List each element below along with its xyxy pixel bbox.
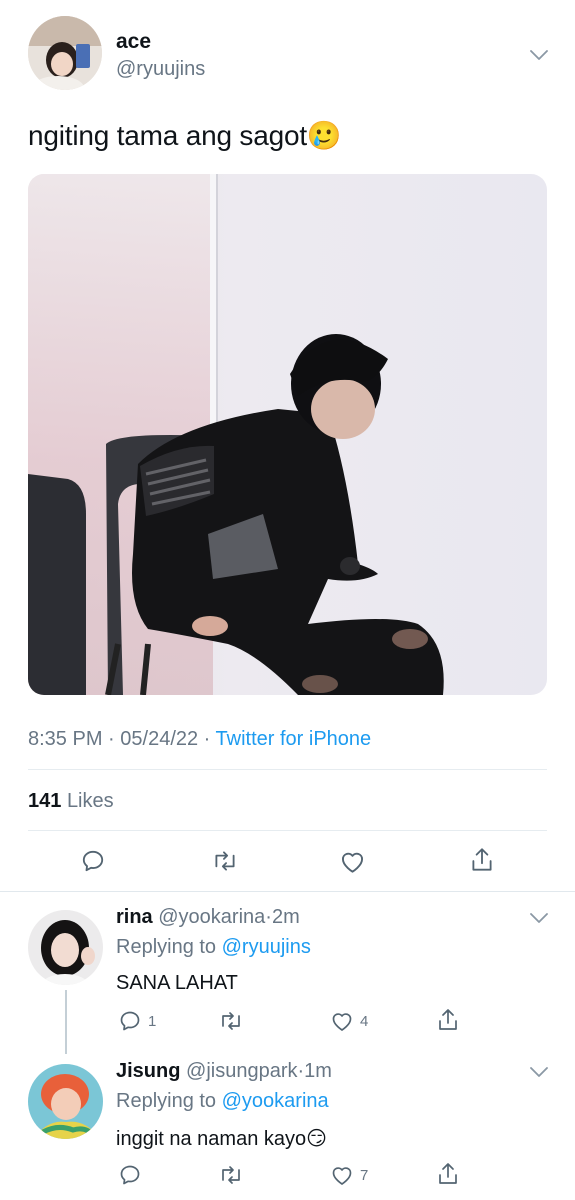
tweet-date: 05/24/22	[120, 728, 199, 750]
replying-to-label: Replying to	[116, 1090, 217, 1112]
chevron-down-icon[interactable]	[528, 907, 550, 929]
reply-header: rina @yookarina·2m	[116, 906, 300, 928]
tweet-time: 8:35 PM	[28, 728, 103, 750]
replying-to-handle[interactable]: @ryuujins	[222, 936, 311, 958]
tweet-source-link[interactable]: Twitter for iPhone	[216, 728, 372, 750]
replying-to: Replying to @yookarina	[116, 1090, 329, 1113]
reply-action-reply[interactable]	[118, 1162, 148, 1188]
likes-stat[interactable]: 141 Likes	[28, 790, 114, 813]
reply-header: Jisung @jisungpark·1m	[116, 1060, 332, 1082]
replying-to: Replying to @ryuujins	[116, 936, 311, 959]
like-icon	[330, 1010, 354, 1032]
reply-avatar[interactable]	[28, 910, 103, 985]
retweet-icon	[218, 1009, 244, 1033]
chevron-down-icon[interactable]	[528, 44, 550, 66]
share-icon[interactable]	[467, 845, 497, 875]
replying-to-handle[interactable]: @yookarina	[222, 1090, 329, 1112]
tweet-meta: 8:35 PM · 05/24/22 · Twitter for iPhone	[28, 728, 372, 750]
replying-to-label: Replying to	[116, 936, 217, 958]
reply-author-name[interactable]: rina	[116, 906, 153, 928]
tweet-text: ngiting tama ang sagot🥲	[28, 120, 342, 151]
reply-author-name[interactable]: Jisung	[116, 1060, 180, 1082]
like-icon[interactable]	[337, 846, 367, 876]
reply-avatar[interactable]	[28, 1064, 103, 1139]
section-divider	[0, 891, 575, 892]
retweet-icon	[218, 1163, 244, 1187]
reply-action-retweet[interactable]	[218, 1008, 250, 1034]
divider	[28, 830, 547, 831]
reply-text: SANA LAHAT	[116, 972, 238, 994]
author-handle[interactable]: @ryuujins	[116, 58, 205, 81]
reply-action-retweet[interactable]	[218, 1162, 250, 1188]
reply-text: inggit na naman kayo😏	[116, 1128, 327, 1150]
reply-action-like[interactable]: 7	[330, 1162, 368, 1188]
reply-icon[interactable]	[78, 846, 108, 876]
author-name[interactable]: ace	[116, 30, 151, 54]
reply-author-handle[interactable]: @yookarina	[158, 906, 265, 928]
reply-action-like[interactable]: 4	[330, 1008, 368, 1034]
reply-author-handle[interactable]: @jisungpark	[186, 1060, 297, 1082]
divider	[28, 769, 547, 770]
like-count: 4	[360, 1012, 369, 1030]
share-icon[interactable]	[436, 1006, 460, 1034]
tweet-photo[interactable]	[28, 174, 547, 695]
author-avatar[interactable]	[28, 16, 102, 90]
reply-icon	[118, 1009, 142, 1033]
reply-thread-line	[65, 990, 67, 1054]
reply-age: 1m	[304, 1060, 332, 1082]
chevron-down-icon[interactable]	[528, 1061, 550, 1083]
share-icon[interactable]	[436, 1160, 460, 1188]
reply-count: 1	[148, 1012, 157, 1030]
likes-label: Likes	[66, 790, 114, 812]
like-icon	[330, 1164, 354, 1186]
reply-age: 2m	[271, 906, 300, 928]
likes-count: 141	[28, 790, 62, 812]
reply-icon	[118, 1163, 142, 1187]
like-count: 7	[360, 1166, 369, 1184]
retweet-icon[interactable]	[210, 846, 240, 876]
reply-action-reply[interactable]: 1	[118, 1008, 156, 1034]
